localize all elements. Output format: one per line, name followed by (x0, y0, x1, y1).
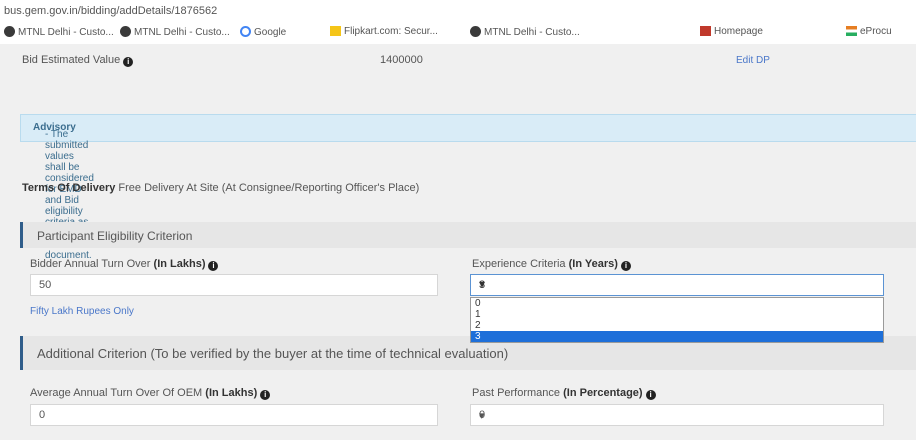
bookmark-eprocure[interactable]: eProcu (846, 26, 892, 37)
advisory-box: Advisory - The submitted values shall be… (20, 114, 916, 261)
experience-option-selected[interactable]: 3 (471, 331, 883, 342)
experience-option[interactable]: 2 (471, 320, 883, 331)
info-icon[interactable]: i (260, 390, 271, 400)
bookmarks-bar: MTNL Delhi - Custo... MTNL Delhi - Custo… (0, 22, 916, 45)
chevron-down-icon: ▾ (479, 277, 486, 291)
chevron-down-icon: ▾ (479, 410, 485, 422)
turnover-input[interactable]: 50 (30, 274, 438, 296)
bookmark-flipkart[interactable]: Flipkart.com: Secur... (330, 26, 438, 37)
mtnl-icon (120, 26, 131, 37)
flipkart-icon (330, 26, 341, 36)
flag-icon (846, 26, 857, 36)
turnover-in-words: Fifty Lakh Rupees Only (30, 306, 134, 317)
turnover-label: Bidder Annual Turn Over (In Lakhs) i (30, 258, 219, 271)
section-title: Additional Criterion (To be verified by … (37, 346, 509, 361)
google-icon (240, 26, 251, 37)
advisory-text: Advisory - The submitted values shall be… (33, 122, 94, 261)
experience-select[interactable]: 3 ▾ (470, 274, 884, 296)
bid-details-page: Bid Estimated Value i 1400000 Edit DP Adv… (0, 44, 916, 440)
bookmark-google[interactable]: Google (240, 26, 286, 38)
address-bar[interactable]: bus.gem.gov.in/bidding/addDetails/187656… (0, 0, 916, 23)
edit-dp-link[interactable]: Edit DP (736, 55, 770, 66)
terms-of-delivery: Terms Of Delivery Free Delivery At Site … (22, 182, 420, 194)
bookmark-mtnl-3[interactable]: MTNL Delhi - Custo... (470, 26, 580, 38)
mtnl-icon (470, 26, 481, 37)
experience-label: Experience Criteria (In Years) i (472, 258, 631, 271)
section-title: Participant Eligibility Criterion (37, 229, 193, 243)
info-icon[interactable]: i (645, 390, 656, 400)
bookmark-mtnl-2[interactable]: MTNL Delhi - Custo... (120, 26, 230, 38)
experience-dropdown-list: 0 1 2 3 (470, 297, 884, 343)
bookmark-homepage[interactable]: Homepage (700, 26, 763, 37)
homepage-icon (700, 26, 711, 36)
oem-turnover-label: Average Annual Turn Over Of OEM (In Lakh… (30, 387, 271, 400)
experience-option[interactable]: 1 (471, 309, 883, 320)
bid-estimated-value: 1400000 (380, 54, 423, 66)
info-icon[interactable]: i (123, 57, 134, 67)
bid-estimated-value-label: Bid Estimated Value i (22, 54, 134, 67)
past-performance-label: Past Performance (In Percentage) i (472, 387, 656, 400)
bookmark-mtnl-1[interactable]: MTNL Delhi - Custo... (4, 26, 114, 38)
info-icon[interactable]: i (208, 261, 219, 271)
mtnl-icon (4, 26, 15, 37)
oem-turnover-input[interactable]: 0 (30, 404, 438, 426)
url-text[interactable]: bus.gem.gov.in/bidding/addDetails/187656… (4, 5, 217, 17)
section-participant-eligibility: Participant Eligibility Criterion (20, 222, 916, 248)
past-performance-select[interactable]: 0 ▾ (470, 404, 884, 426)
info-icon[interactable]: i (620, 261, 631, 271)
experience-option[interactable]: 0 (471, 298, 883, 309)
